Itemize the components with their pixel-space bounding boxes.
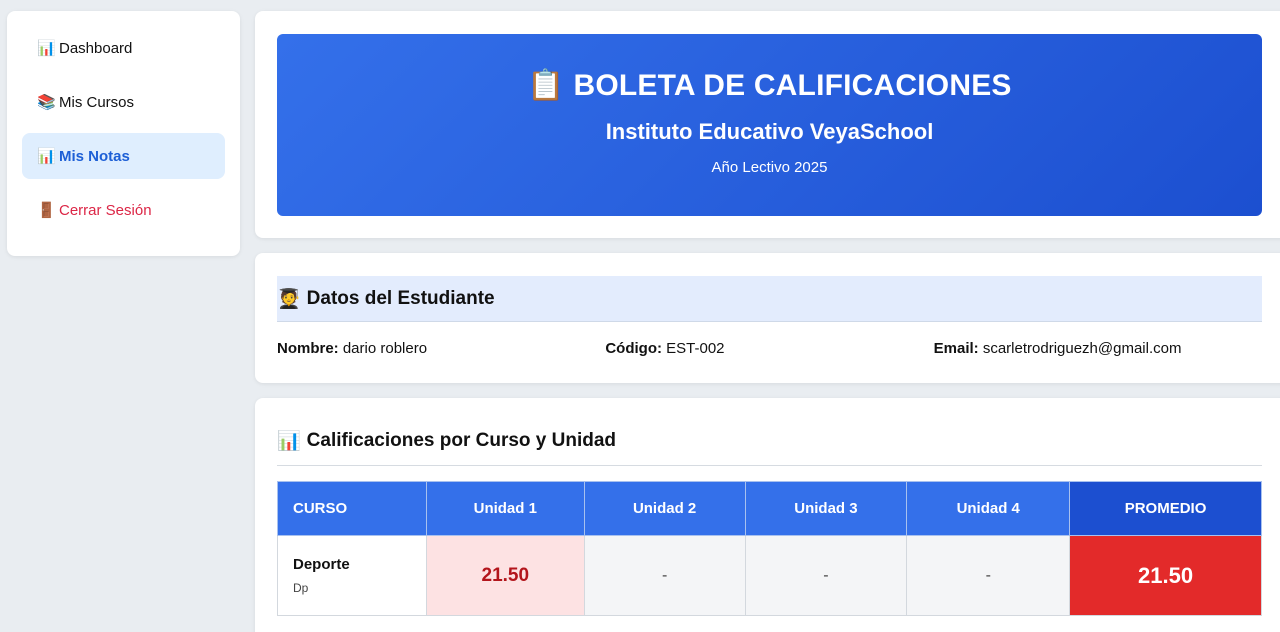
report-header-card: 📋 BOLETA DE CALIFICACIONES Instituto Edu… (255, 11, 1280, 238)
column-header-curso: CURSO (277, 481, 427, 536)
student-info-card: 🧑‍🎓 Datos del Estudiante Nombre: dario r… (255, 253, 1280, 383)
column-header-unidad-4: Unidad 4 (906, 481, 1071, 536)
table-row: Deporte Dp 21.50 - - - 21.50 (277, 535, 1262, 616)
sidebar-item-label: Dashboard (59, 39, 133, 57)
sidebar-item-cerrar-sesion[interactable]: 🚪 Cerrar Sesión (22, 187, 225, 233)
sidebar-item-mis-cursos[interactable]: 📚 Mis Cursos (22, 79, 225, 125)
student-code-value: EST-002 (666, 340, 725, 357)
grade-unidad-3: - (744, 535, 908, 616)
student-name-label: Nombre: (277, 340, 339, 357)
grade-unidad-2: - (583, 535, 746, 616)
sidebar-item-label: Cerrar Sesión (59, 201, 152, 219)
student-info-heading-text: Datos del Estudiante (306, 287, 495, 309)
student-info-heading: 🧑‍🎓 Datos del Estudiante (277, 276, 1262, 322)
school-year: Año Lectivo 2025 (711, 159, 828, 176)
grades-table: CURSO Unidad 1 Unidad 2 Unidad 3 Unidad … (277, 481, 1262, 616)
student-email-value: scarletrodriguezh@gmail.com (982, 340, 1182, 357)
grade-unidad-1: 21.50 (425, 535, 585, 616)
report-banner: 📋 BOLETA DE CALIFICACIONES Instituto Edu… (277, 34, 1262, 216)
books-icon: 📚 (37, 94, 56, 111)
student-name-value: dario roblero (342, 340, 428, 357)
course-name: Deporte (293, 556, 350, 573)
student-icon: 🧑‍🎓 (277, 288, 301, 310)
table-header-row: CURSO Unidad 1 Unidad 2 Unidad 3 Unidad … (277, 481, 1262, 536)
student-code-field: Código: EST-002 (605, 340, 933, 357)
column-header-unidad-2: Unidad 2 (583, 481, 746, 536)
clipboard-icon: 📋 (527, 69, 565, 102)
report-title: 📋 BOLETA DE CALIFICACIONES (277, 68, 1262, 103)
grades-card: 📊 Calificaciones por Curso y Unidad CURS… (255, 398, 1280, 632)
student-info-row: Nombre: dario roblero Código: EST-002 Em… (277, 340, 1262, 357)
sidebar-item-mis-notas[interactable]: 📊 Mis Notas (22, 133, 225, 179)
column-header-unidad-3: Unidad 3 (744, 481, 908, 536)
chart-icon: 📊 (37, 40, 56, 57)
chart-icon: 📊 (277, 430, 301, 452)
sidebar-item-dashboard[interactable]: 📊 Dashboard (22, 25, 225, 71)
course-code: Dp (293, 581, 309, 595)
column-header-unidad-1: Unidad 1 (425, 481, 585, 536)
student-code-label: Código: (605, 340, 662, 357)
grade-promedio: 21.50 (1069, 535, 1262, 616)
course-cell: Deporte Dp (277, 535, 427, 616)
student-name-field: Nombre: dario roblero (277, 340, 605, 357)
sidebar-item-label: Mis Notas (59, 147, 130, 165)
grade-unidad-4: - (906, 535, 1071, 616)
grades-heading-text: Calificaciones por Curso y Unidad (306, 429, 617, 451)
chart-icon: 📊 (37, 148, 56, 165)
student-email-field: Email: scarletrodriguezh@gmail.com (934, 340, 1262, 357)
sidebar-item-label: Mis Cursos (59, 93, 135, 111)
sidebar: 📊 Dashboard 📚 Mis Cursos 📊 Mis Notas 🚪 C… (7, 11, 240, 256)
column-header-promedio: PROMEDIO (1069, 481, 1262, 536)
grades-heading: 📊 Calificaciones por Curso y Unidad (277, 422, 1262, 466)
report-title-text: BOLETA DE CALIFICACIONES (573, 69, 1012, 102)
school-name: Instituto Educativo VeyaSchool (605, 119, 934, 144)
door-icon: 🚪 (37, 202, 56, 219)
student-email-label: Email: (933, 340, 979, 357)
